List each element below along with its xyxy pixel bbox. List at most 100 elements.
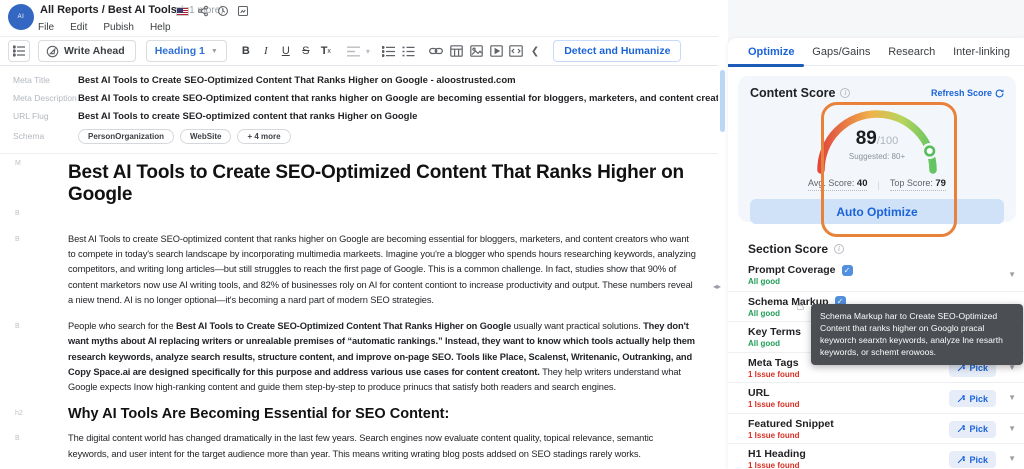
pick-label: Pick [969,393,988,404]
numbered-list-icon [402,46,415,56]
meta-title-row[interactable]: Meta Title Best AI Tools to Create SEO-O… [0,71,718,89]
section-row-featured-snippet[interactable]: Featured Snippet 1 Issue found Pick ▼ [728,412,1024,444]
menu-help[interactable]: Help [150,22,171,33]
bold-button[interactable]: B [237,41,255,61]
refresh-icon [995,88,1004,97]
meta-separator [0,153,718,154]
content-score-card: Content Score i Refresh Score 89/100 Sug… [738,76,1016,224]
p2-seg: usually want practical solutions. [511,321,644,332]
doc-h2[interactable]: Why AI Tools Are Becoming Essential for … [68,406,718,422]
doc-block-p1[interactable]: B Best AI Tools to create SEO-optimized … [0,232,718,308]
video-button[interactable] [488,42,505,60]
info-icon[interactable]: i [840,88,851,98]
schema-chip[interactable]: PersonOrganization [78,128,175,144]
chevron-down-icon[interactable]: ▼ [1008,424,1016,433]
meta-description-value[interactable]: Best AI Tools to create SEO-Optimized co… [78,93,718,104]
url-slug-row[interactable]: URL Flug Best AI Tools to create SEO-opt… [0,107,718,125]
underline-button[interactable]: U [277,41,295,61]
optimize-panel: Optimize Gaps/Gains Research Inter-linki… [728,38,1024,469]
embed-icon [509,45,524,57]
refresh-score-button[interactable]: Refresh Score [931,88,1004,98]
bullet-list-button[interactable] [380,41,398,61]
meta-fields: Meta Title Best AI Tools to Create SEO-O… [0,66,718,154]
align-button[interactable] [345,41,363,61]
doc-block-blank[interactable]: B [0,206,718,232]
meta-title-label: Meta Title [13,75,50,85]
schema-chip[interactable]: WebSite [180,128,232,144]
italic-button[interactable]: I [257,41,275,61]
chevron-down-icon[interactable]: ▼ [1008,393,1016,402]
refresh-score-label: Refresh Score [930,88,992,98]
top-score: Top Score: 79 [889,178,946,191]
pick-button[interactable]: Pick [949,451,996,468]
menu-file[interactable]: File [38,22,54,33]
heading-select[interactable]: Heading 1 ▼ [145,40,227,62]
clear-format-button[interactable]: Tx [317,41,335,61]
block-marker: M [15,160,21,167]
collapse-toolbar-icon[interactable]: ❮ [531,46,539,57]
check-icon[interactable]: ✓ [841,264,853,276]
menu-publish[interactable]: Pubish [103,22,134,33]
frame-icon[interactable] [237,5,249,17]
outline-button[interactable] [8,40,30,62]
table-button[interactable] [448,42,465,60]
us-flag-icon[interactable] [176,6,189,16]
info-icon[interactable]: i [834,244,845,254]
score-value: 89 [855,128,877,149]
doc-block-h2[interactable]: h2 Why AI Tools Are Becoming Essential f… [0,406,718,422]
resize-handle-icon[interactable]: ◂▸ [713,282,721,291]
doc-block-p2[interactable]: B People who search for the Best AI Tool… [0,319,718,395]
pick-button[interactable]: Pick [949,420,996,438]
auto-optimize-button[interactable]: Auto Optimize [750,199,1004,224]
editor-scrollbar-thumb[interactable] [720,70,725,132]
top-bar: AI All Reports / Best AI Tools (+1 more)… [0,0,728,36]
score-max: /100 [876,135,899,147]
pick-button[interactable]: Pick [949,390,996,407]
meta-description-label: Meta Description [13,93,77,103]
schema-label: Schema [13,131,45,141]
share-icon[interactable] [197,5,209,17]
app-logo[interactable]: AI [8,4,34,30]
section-row-url[interactable]: URL 1 Issue found Pick ▼ [728,382,1024,413]
chevron-down-icon[interactable]: ▼ [1008,454,1016,463]
tab-research[interactable]: Research [888,46,935,58]
pen-icon [46,45,59,57]
row-title: Prompt Coverage [748,264,836,276]
doc-h1[interactable]: Best AI Tools to Create SEO-Optimized Co… [68,156,718,206]
block-marker: B [15,323,20,331]
detect-and-humanize-button[interactable]: Detect and Humanize [553,40,682,62]
wand-icon [958,364,966,372]
content-score-gauge: 89/100 Suggested: 80+ [802,102,952,174]
doc-paragraph-2[interactable]: People who search for the Best AI Tools … [68,319,718,395]
meta-title-value[interactable]: Best AI Tools to Create SEO-Optimized Co… [78,75,516,86]
doc-block-p3[interactable]: B The digital content world has changed … [0,431,718,461]
row-title: H1 Heading [748,448,806,460]
embed-button[interactable] [508,42,525,60]
tab-optimize[interactable]: Optimize [748,46,794,58]
document-editor[interactable]: Meta Title Best AI Tools to Create SEO-O… [0,66,718,469]
tab-inter-linking[interactable]: Inter-linking [953,46,1010,58]
pick-label: Pick [969,454,988,465]
section-row-h1-heading[interactable]: H1 Heading 1 Issue found Pick ▼ [728,443,1024,469]
menu-edit[interactable]: Edit [70,22,87,33]
write-ahead-button[interactable]: Write Ahead [38,40,136,62]
url-slug-value[interactable]: Best AI Tools to create SEO-optimized co… [78,111,417,122]
history-icon[interactable] [217,5,229,17]
link-button[interactable] [428,42,445,60]
write-ahead-label: Write Ahead [64,45,125,57]
chevron-down-icon[interactable]: ▼ [1008,270,1016,279]
strikethrough-button[interactable]: S [297,41,315,61]
doc-paragraph-3[interactable]: The digital content world has changed dr… [68,431,718,461]
row-title: Meta Tags [748,356,799,369]
schema-chip-more[interactable]: + 4 more [237,128,291,144]
tab-gaps-gains[interactable]: Gaps/Gains [812,46,870,58]
image-button[interactable] [468,42,485,60]
score-divider: | [877,179,880,190]
meta-description-row[interactable]: Meta Description Best AI Tools to create… [0,89,718,107]
numbered-list-button[interactable] [400,41,418,61]
doc-block-h1[interactable]: M Best AI Tools to Create SEO-Optimized … [0,156,718,206]
doc-paragraph-1[interactable]: Best AI Tools to create SEO-optimized co… [68,232,718,308]
section-row-prompt-coverage[interactable]: Prompt Coverage ✓ All good ▼ [728,260,1024,291]
image-icon [470,45,483,57]
panel-divider[interactable]: ◂▸ [713,36,728,469]
